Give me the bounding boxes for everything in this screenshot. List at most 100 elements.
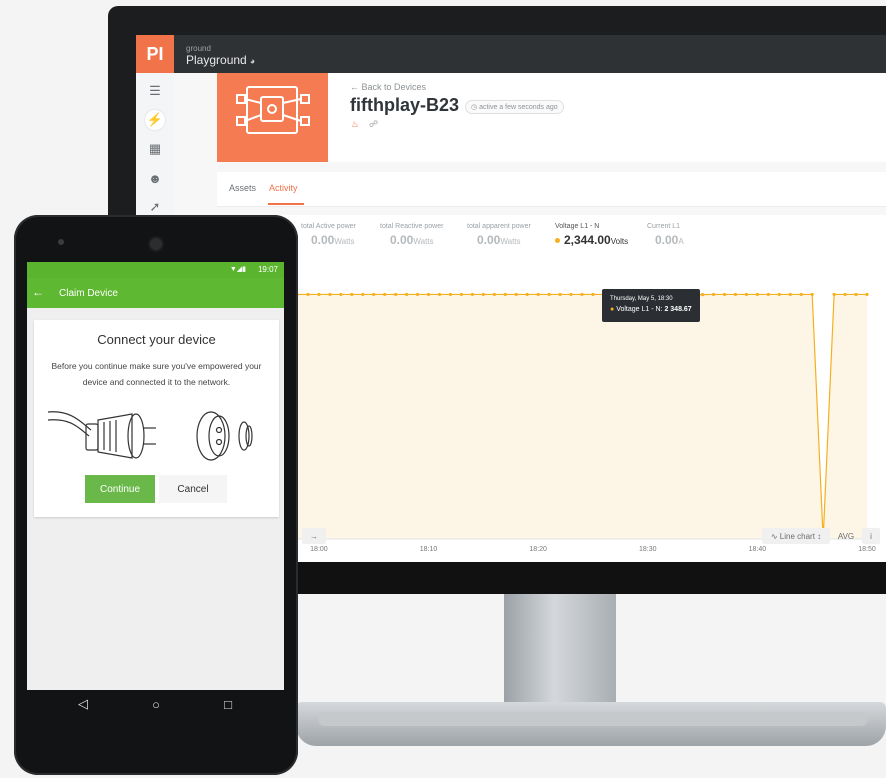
data-point xyxy=(832,292,836,297)
status-badge: ◷ active a few seconds ago xyxy=(465,100,564,114)
back-arrow-icon[interactable]: ← xyxy=(32,285,44,299)
metric-unit: A xyxy=(678,237,684,246)
app-topbar: PI ground Playground ◕ xyxy=(136,35,886,73)
clock-icon: ◷ xyxy=(471,104,478,111)
org-subtitle: ground xyxy=(186,44,211,53)
metric-apparent-power[interactable]: total apparent power 0.00Watts xyxy=(467,223,531,247)
org-switcher[interactable]: Playground ◕ xyxy=(186,53,255,67)
data-point xyxy=(470,292,474,297)
app-logo[interactable]: PI xyxy=(136,35,174,73)
monitor-stand-neck xyxy=(504,594,616,702)
phone-status-bar: ▼◢▮ 19:07 xyxy=(27,262,284,278)
line-chart-icon: ∿ xyxy=(770,531,778,541)
voltage-chart[interactable]: 18:00 18:10 18:20 18:30 18:40 18:50 xyxy=(217,259,886,562)
info-button[interactable]: i xyxy=(862,528,880,544)
org-name: Playground xyxy=(186,53,247,67)
phone-sensor xyxy=(58,239,64,245)
data-point xyxy=(350,292,354,297)
data-point xyxy=(744,292,749,297)
data-point xyxy=(459,292,464,297)
metric-label: total Active power xyxy=(301,223,356,230)
link-icon[interactable]: ☍ xyxy=(369,119,378,130)
x-tick-label: 18:00 xyxy=(310,546,328,553)
back-to-devices-link[interactable]: ← Back to Devices xyxy=(350,82,426,92)
status-time: 19:07 xyxy=(257,265,278,274)
data-point xyxy=(525,292,529,297)
metric-label: Current L1 xyxy=(647,223,681,230)
chart-type-select[interactable]: ∿ Line chart ↕ xyxy=(762,528,830,544)
data-point xyxy=(481,292,485,297)
data-point xyxy=(547,292,551,297)
data-point xyxy=(580,292,584,297)
metric-unit: Watts xyxy=(334,237,355,246)
metric-unit: Volts xyxy=(610,237,629,246)
active-tab-indicator xyxy=(268,203,304,205)
user-icon[interactable]: ☻ xyxy=(145,168,165,188)
x-tick-label: 18:40 xyxy=(749,546,767,553)
chevron-down-icon: ◕ xyxy=(249,56,256,66)
data-point xyxy=(405,292,409,297)
metric-current-l1[interactable]: Current L1 0.00A xyxy=(647,223,684,247)
data-point xyxy=(722,292,727,297)
metric-unit: Watts xyxy=(413,237,434,246)
x-tick-label: 18:50 xyxy=(858,546,876,553)
data-point xyxy=(514,292,518,297)
metric-value: 0.00 xyxy=(655,233,679,247)
metric-value: 0.00 xyxy=(311,233,335,247)
tabs-bar: Assets Activity xyxy=(217,172,886,207)
cancel-button[interactable]: Cancel xyxy=(159,475,227,503)
next-arrow-button[interactable]: → xyxy=(302,528,326,544)
series-dot: ● xyxy=(610,306,615,313)
data-point xyxy=(317,292,321,297)
x-tick-label: 18:20 xyxy=(529,546,547,553)
phone-screen: ▼◢▮ 19:07 ← Claim Device Connect your de… xyxy=(27,262,284,690)
plug-icon[interactable]: ⚡ xyxy=(145,110,165,130)
avg-button[interactable]: AVG xyxy=(834,528,858,544)
metric-active-power[interactable]: total Active power 0.00Watts xyxy=(301,223,356,247)
connect-device-card: Connect your device Before you continue … xyxy=(34,320,279,517)
data-point xyxy=(569,292,573,297)
phone-camera xyxy=(150,238,162,250)
data-point xyxy=(591,292,595,297)
metric-label: total Reactive power xyxy=(380,223,444,230)
x-tick-label: 18:10 xyxy=(420,546,438,553)
data-point xyxy=(711,292,716,297)
tab-assets[interactable]: Assets xyxy=(229,183,256,193)
monitor-stand-shadow xyxy=(318,712,868,726)
data-point xyxy=(415,292,420,297)
series-dot xyxy=(555,238,560,244)
data-point xyxy=(843,292,847,297)
recents-square-icon[interactable]: □ xyxy=(220,696,236,712)
chart-tooltip: Thursday, May 5, 18:30 ● Voltage L1 - N:… xyxy=(602,289,700,322)
app-bar-title: Claim Device xyxy=(59,288,118,299)
data-point xyxy=(339,292,343,297)
data-point xyxy=(306,292,310,297)
data-point xyxy=(854,292,858,297)
back-triangle-icon[interactable]: ◁ xyxy=(75,696,91,712)
data-point xyxy=(361,292,365,297)
bolt-icon[interactable]: ➚ xyxy=(145,197,165,217)
x-tick-label: 18:30 xyxy=(639,546,657,553)
status-badge-label: active a few seconds ago xyxy=(479,104,558,111)
metric-voltage-l1[interactable]: Voltage L1 - N 2,344.00Volts xyxy=(547,215,637,259)
data-point xyxy=(788,292,792,297)
data-point xyxy=(777,292,781,297)
bell-icon[interactable]: ♨ xyxy=(351,119,359,130)
data-point xyxy=(755,292,759,297)
devices-icon[interactable]: ▦ xyxy=(145,139,165,159)
tooltip-series: Voltage L1 - N: xyxy=(616,306,663,313)
continue-button[interactable]: Continue xyxy=(85,475,155,503)
data-point xyxy=(503,292,507,297)
metric-label: total apparent power xyxy=(467,223,531,230)
data-point xyxy=(536,292,540,297)
data-point xyxy=(437,292,442,297)
line-chart-svg: 18:00 18:10 18:20 18:30 18:40 18:50 xyxy=(295,292,877,553)
data-point xyxy=(865,292,869,297)
data-point xyxy=(492,292,496,297)
menu-icon[interactable]: ☰ xyxy=(145,81,165,101)
back-link-label: Back to Devices xyxy=(361,82,427,92)
metric-reactive-power[interactable]: total Reactive power 0.00Watts xyxy=(380,223,443,247)
home-circle-icon[interactable]: ○ xyxy=(148,696,164,712)
metric-label: Voltage L1 - N xyxy=(555,223,600,230)
tab-activity[interactable]: Activity xyxy=(269,183,298,193)
